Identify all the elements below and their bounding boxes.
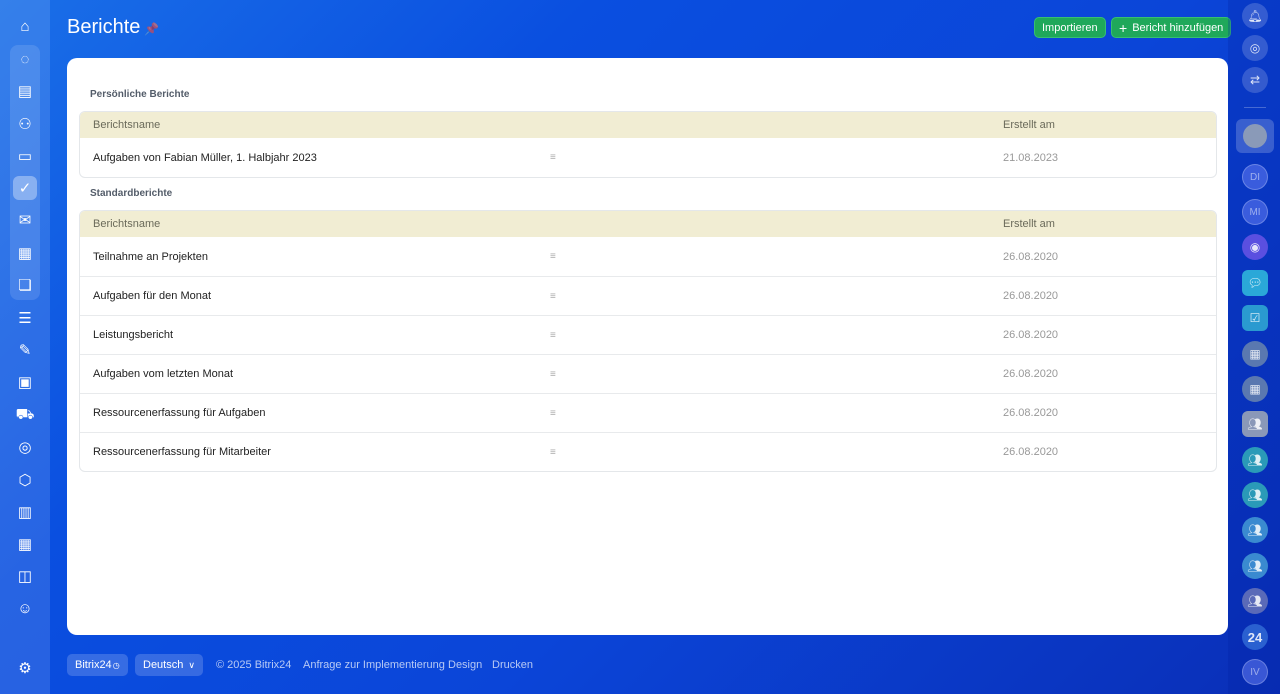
standard-reports-table: Berichtsname Erstellt am Teilnahme an Pro… xyxy=(79,210,1217,472)
menu-icon[interactable]: ≡ xyxy=(550,369,556,380)
copilot-icon[interactable]: ◎ xyxy=(1242,35,1268,61)
footer-link-implementation[interactable]: Anfrage zur Implementierung xyxy=(303,659,445,671)
created-date: 26.08.2020 xyxy=(1003,368,1059,380)
created-date: 21.08.2023 xyxy=(1003,151,1059,164)
copyright: © 2025 Bitrix24 xyxy=(216,659,292,671)
created-date: 26.08.2020 xyxy=(1003,290,1059,302)
group-icon[interactable]: 👥︎ xyxy=(1242,447,1268,473)
report-name[interactable]: Leistungsbericht xyxy=(93,329,173,341)
col-name-header[interactable]: Berichtsname xyxy=(93,218,160,230)
settings-icon[interactable]: ⚙ xyxy=(13,656,37,680)
left-sidebar: ⌂ ◌ ▤ ⚇ ▭ ✓ ✉ ▦ ❏ ☰ ✎ ▣ ⛟ ◎ ⬡ ▥ ▦ ◫ ☺ ⚙ xyxy=(0,0,50,694)
col-date-header[interactable]: Erstellt am xyxy=(1003,119,1055,131)
table-header: Berichtsname Erstellt am xyxy=(80,211,1216,237)
group-icon[interactable]: 👥︎ xyxy=(1242,588,1268,614)
box-icon[interactable]: ⬡ xyxy=(13,468,37,492)
team-icon[interactable]: ⚇ xyxy=(13,112,37,136)
clock-icon: ◷ xyxy=(112,660,120,670)
table-header: Berichtsname Erstellt am xyxy=(80,112,1216,138)
bitrix24-counter[interactable]: 24 xyxy=(1242,624,1268,650)
table-row[interactable]: Ressourcenerfassung für Mitarbeiter ≡ 26.0… xyxy=(80,432,1216,471)
col-date-header[interactable]: Erstellt am xyxy=(1003,218,1055,230)
menu-icon[interactable]: ≡ xyxy=(550,251,556,262)
section-heading: Standardberichte xyxy=(90,188,173,199)
target-icon[interactable]: ◎ xyxy=(13,435,37,459)
page-title: Berichte xyxy=(67,16,141,38)
report-name[interactable]: Ressourcenerfassung für Mitarbeiter xyxy=(93,446,271,458)
menu-icon[interactable]: ≡ xyxy=(550,408,556,419)
report-name[interactable]: Aufgaben vom letzten Monat xyxy=(93,368,233,380)
group-avatar[interactable]: ▦ xyxy=(1242,376,1268,402)
table-row[interactable]: Aufgaben von Fabian Müller, 1. Halbjahr … xyxy=(80,138,1216,177)
group-icon[interactable]: 👥︎ xyxy=(1242,517,1268,543)
table-row[interactable]: Aufgaben für den Monat ≡ 26.08.2020 xyxy=(80,276,1216,315)
group-icon[interactable]: 👥︎ xyxy=(1242,482,1268,508)
task-chat-icon[interactable]: ☑ xyxy=(1242,305,1268,331)
created-date: 26.08.2020 xyxy=(1003,250,1059,263)
cart-icon[interactable]: ⛟ xyxy=(13,403,37,427)
created-date: 26.08.2020 xyxy=(1003,329,1059,341)
brand-label: Bitrix24 xyxy=(75,659,112,671)
footer-link-design[interactable]: Design xyxy=(448,659,482,671)
apps-icon[interactable]: ◫ xyxy=(13,564,37,588)
calendar-icon[interactable]: ▦ xyxy=(13,241,37,265)
table-row[interactable]: Ressourcenerfassung für Aufgaben ≡ 26.08.2… xyxy=(80,393,1216,432)
created-date: 26.08.2020 xyxy=(1003,407,1059,419)
menu-icon[interactable]: ≡ xyxy=(550,291,556,302)
group-avatar[interactable]: ▦ xyxy=(1242,341,1268,367)
news-icon[interactable]: ▤ xyxy=(13,79,37,103)
sites-icon[interactable]: ▣ xyxy=(13,370,37,394)
avatar xyxy=(1243,124,1267,148)
schedule-icon[interactable]: ▦ xyxy=(13,532,37,556)
created-date: 26.08.2020 xyxy=(1003,446,1059,458)
table-row[interactable]: Teilnahme an Projekten ≡ 26.08.2020 xyxy=(80,237,1216,276)
table-row[interactable]: Aufgaben vom letzten Monat ≡ 26.08.2020 xyxy=(80,354,1216,393)
chevron-down-icon: ∨ xyxy=(188,659,195,670)
right-sidebar: 🔔︎ ◎ ⇄ DI MI ◉ 💬︎ ☑ ▦ ▦ 👥︎ 👥︎ 👥︎ 👥︎ 👥︎ 👥… xyxy=(1228,0,1280,694)
avatar[interactable]: DI xyxy=(1242,164,1268,190)
footer-link-print[interactable]: Drucken xyxy=(492,659,533,671)
menu-icon[interactable]: ≡ xyxy=(550,447,556,458)
tasks-icon[interactable]: ✓ xyxy=(13,176,37,200)
col-name-header[interactable]: Berichtsname xyxy=(93,119,160,131)
chat-icon[interactable]: 💬︎ xyxy=(1242,270,1268,296)
group-icon[interactable]: 👥︎ xyxy=(1242,553,1268,579)
reports-card: Persönliche Berichte Berichtsname Erstell… xyxy=(67,58,1228,635)
section-heading: Persönliche Berichte xyxy=(90,89,190,100)
language-select[interactable]: Deutsch ∨ xyxy=(135,654,203,676)
plus-icon: + xyxy=(1119,19,1128,36)
sign-icon[interactable]: ✎ xyxy=(13,338,37,362)
analytics-icon[interactable]: ▥ xyxy=(13,500,37,524)
menu-icon[interactable]: ≡ xyxy=(550,330,556,341)
chat-icon[interactable]: ❏ xyxy=(13,273,37,297)
feed-icon[interactable]: ◌ xyxy=(13,47,37,71)
table-row[interactable]: Leistungsbericht ≡ 26.08.2020 xyxy=(80,315,1216,354)
drive-icon[interactable]: ▭ xyxy=(13,144,37,168)
report-name[interactable]: Aufgaben für den Monat xyxy=(93,290,211,302)
support-chat-icon[interactable]: ⇄ xyxy=(1242,67,1268,93)
robot-icon[interactable]: ☺ xyxy=(13,596,37,620)
personal-reports-table: Berichtsname Erstellt am Aufgaben von Fab… xyxy=(79,111,1217,178)
brand-button[interactable]: Bitrix24 ◷ xyxy=(67,654,128,676)
user-avatar-highlight[interactable] xyxy=(1236,119,1274,153)
openlines-icon[interactable]: ◉ xyxy=(1242,234,1268,260)
avatar[interactable]: IV xyxy=(1242,659,1268,685)
pin-icon[interactable]: 📌 xyxy=(144,22,159,36)
avatar[interactable]: MI xyxy=(1242,199,1268,225)
import-button[interactable]: Importieren xyxy=(1034,17,1106,38)
report-name[interactable]: Teilnahme an Projekten xyxy=(93,251,208,263)
report-name[interactable]: Ressourcenerfassung für Aufgaben xyxy=(93,407,265,419)
home-icon[interactable]: ⌂ xyxy=(13,14,37,38)
group-icon[interactable]: 👥︎ xyxy=(1242,411,1268,437)
bell-icon[interactable]: 🔔︎ xyxy=(1242,3,1268,29)
mail-icon[interactable]: ✉ xyxy=(13,208,37,232)
funnel-icon[interactable]: ☰ xyxy=(13,306,37,330)
menu-icon[interactable]: ≡ xyxy=(550,152,556,163)
add-report-button[interactable]: + Bericht hinzufügen xyxy=(1111,17,1232,38)
divider xyxy=(1244,107,1266,108)
report-name[interactable]: Aufgaben von Fabian Müller, 1. Halbjahr … xyxy=(93,152,317,164)
language-label: Deutsch xyxy=(143,659,184,671)
